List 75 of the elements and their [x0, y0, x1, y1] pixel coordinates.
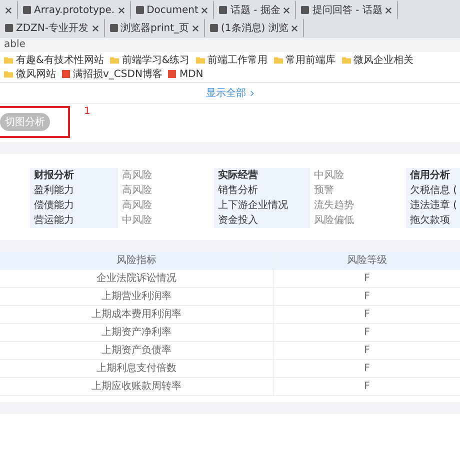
site-icon: [110, 24, 118, 32]
grid-cell-text: 高风险: [121, 168, 153, 183]
browser-tab[interactable]: 提问回答 - 话题: [296, 1, 398, 19]
bookmark[interactable]: 有趣&有技术性网站: [4, 53, 104, 67]
grid-cell-text: 预警: [313, 184, 335, 198]
table-cell-text: 上期成本费用利润率: [90, 308, 182, 322]
column-header: 风险等级: [273, 252, 460, 269]
close-icon[interactable]: [5, 6, 12, 14]
grid-cell-text: 风险偏低: [313, 214, 355, 228]
column-header: 风险指标: [116, 254, 158, 268]
site-icon: [219, 6, 228, 14]
close-icon[interactable]: [283, 6, 290, 14]
close-icon[interactable]: [92, 24, 98, 32]
grid-cell: 资金投入: [214, 213, 310, 228]
site-icon: [62, 70, 70, 78]
folder-icon: [110, 56, 119, 64]
table-cell: F: [273, 306, 460, 323]
browser-tab[interactable]: 浏览器print_页: [104, 19, 205, 37]
table-cell: F: [273, 378, 460, 395]
table-cell-text: 上期资产净利率: [100, 326, 172, 340]
site-icon: [136, 6, 144, 14]
grid-cell-text: 高风险: [121, 198, 153, 213]
grid-cell: 欠税信息 (: [406, 183, 460, 198]
grid-cell-text: 高风险: [121, 184, 153, 198]
grid-cell: 信用分析: [406, 168, 460, 183]
site-icon: [23, 6, 31, 14]
grid-cell: 盈利能力: [30, 183, 118, 198]
grid-cell: 违法违章 (: [406, 198, 460, 213]
site-icon: [301, 6, 310, 14]
bookmark[interactable]: 前端工作常用: [196, 53, 268, 67]
grid-cell: 销售分析: [214, 183, 310, 198]
bookmark[interactable]: 微风企业相关: [342, 53, 414, 67]
close-icon[interactable]: [118, 6, 125, 14]
bookmark[interactable]: 微风网站: [4, 67, 56, 81]
folder-icon: [342, 56, 351, 64]
table-cell: F: [273, 360, 460, 377]
grid-cell-text: 流失趋势: [313, 198, 355, 213]
close-icon[interactable]: [192, 24, 199, 32]
close-icon[interactable]: [291, 24, 298, 32]
site-icon: [5, 24, 13, 32]
browser-tab[interactable]: 话题 - 掘金: [214, 1, 296, 19]
close-icon[interactable]: [385, 6, 392, 14]
site-icon: [210, 24, 218, 32]
table-cell: F: [273, 288, 460, 305]
annotation-number: 1: [84, 106, 90, 117]
site-icon: [168, 70, 176, 78]
table-cell-text: 企业法院诉讼情况: [96, 272, 178, 286]
grid-cell: 财报分析: [30, 168, 118, 183]
browser-tab[interactable]: Array.prototype.: [18, 1, 131, 19]
grid-cell-text: 中风险: [121, 214, 153, 228]
grid-cell: 上下游企业情况: [214, 198, 310, 213]
grid-cell: 偿债能力: [30, 198, 118, 213]
table-cell-text: 上期营业利润率: [100, 290, 172, 304]
close-icon[interactable]: [201, 6, 208, 14]
grid-cell: 拖欠款项: [406, 213, 460, 228]
table-cell: F: [273, 324, 460, 341]
grid-cell: 实际经营: [214, 168, 310, 183]
grid-cell: 营运能力: [30, 213, 118, 228]
grid-cell-text: 中风险: [313, 168, 345, 183]
folder-icon: [196, 56, 205, 64]
table-cell-text: 上期利息支付倍数: [96, 362, 178, 376]
address-bar[interactable]: able: [0, 38, 460, 52]
chevron-icon: [250, 90, 254, 96]
table-cell-text: 上期应收账款周转率: [90, 380, 182, 394]
bookmark[interactable]: 常用前端库: [274, 53, 336, 67]
browser-tab[interactable]: ZDZN-专业开发: [0, 19, 104, 37]
table-cell: F: [273, 342, 460, 359]
table-cell: F: [273, 270, 460, 287]
bookmark[interactable]: 前端学习&练习: [110, 53, 190, 67]
table-cell-text: 上期资产负债率: [100, 344, 172, 358]
browser-tab[interactable]: (1条消息) 浏览: [205, 19, 304, 37]
bookmark[interactable]: 满招损v_CSDN博客: [62, 67, 162, 81]
browser-tab[interactable]: Document: [130, 1, 214, 19]
bookmark[interactable]: MDN: [168, 67, 204, 81]
folder-icon: [274, 56, 283, 64]
